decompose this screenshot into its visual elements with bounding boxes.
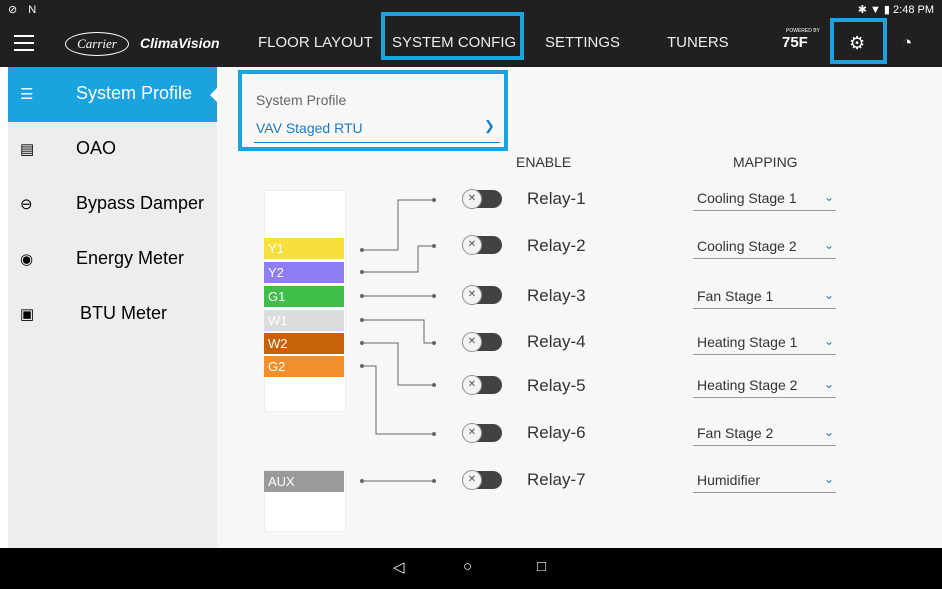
relay-3-label: Relay-3 — [527, 286, 586, 305]
close-icon: ✕ — [462, 285, 482, 305]
relay-5-label: Relay-5 — [527, 376, 586, 395]
relay-7-toggle[interactable]: ✕ — [462, 470, 502, 490]
relay-3-toggle[interactable]: ✕ — [462, 285, 502, 305]
relay-1-toggle[interactable]: ✕ — [462, 189, 502, 209]
back-icon[interactable]: ◁ — [393, 558, 405, 576]
relay-6-label: Relay-6 — [527, 423, 586, 442]
recents-icon[interactable]: □ — [537, 558, 546, 575]
close-icon: ✕ — [462, 423, 482, 443]
relay-2-label: Relay-2 — [527, 236, 586, 255]
relay-4-mapping-select[interactable]: Heating Stage 1 ⌄ — [693, 330, 836, 355]
relay-5-mapping-select[interactable]: Heating Stage 2 ⌄ — [693, 373, 836, 398]
relay-7-mapping-select[interactable]: Humidifier ⌄ — [693, 468, 836, 493]
relay-2-toggle[interactable]: ✕ — [462, 235, 502, 255]
close-icon: ✕ — [462, 189, 482, 209]
chevron-down-icon: ⌄ — [823, 288, 834, 302]
chevron-down-icon: ⌄ — [823, 334, 834, 348]
close-icon: ✕ — [462, 375, 482, 395]
chevron-down-icon: ⌄ — [823, 377, 834, 391]
relay-4-toggle[interactable]: ✕ — [462, 332, 502, 352]
chevron-down-icon: ⌄ — [823, 238, 834, 252]
system-nav-bar: ◁ ○ □ — [0, 548, 942, 589]
relay-6-toggle[interactable]: ✕ — [462, 423, 502, 443]
relay-1-label: Relay-1 — [527, 189, 586, 208]
relay-4-label: Relay-4 — [527, 332, 586, 351]
relay-1-mapping-select[interactable]: Cooling Stage 1 ⌄ — [693, 186, 836, 211]
relay-2-mapping-select[interactable]: Cooling Stage 2 ⌄ — [693, 234, 836, 259]
relay-6-mapping-select[interactable]: Fan Stage 2 ⌄ — [693, 421, 836, 446]
chevron-down-icon: ⌄ — [823, 425, 834, 439]
close-icon: ✕ — [462, 470, 482, 490]
chevron-down-icon: ⌄ — [823, 472, 834, 486]
relay-5-toggle[interactable]: ✕ — [462, 375, 502, 395]
relay-7-label: Relay-7 — [527, 470, 586, 489]
home-icon[interactable]: ○ — [463, 558, 472, 575]
close-icon: ✕ — [462, 332, 482, 352]
relay-3-mapping-select[interactable]: Fan Stage 1 ⌄ — [693, 284, 836, 309]
chevron-down-icon: ⌄ — [823, 190, 834, 204]
close-icon: ✕ — [462, 235, 482, 255]
